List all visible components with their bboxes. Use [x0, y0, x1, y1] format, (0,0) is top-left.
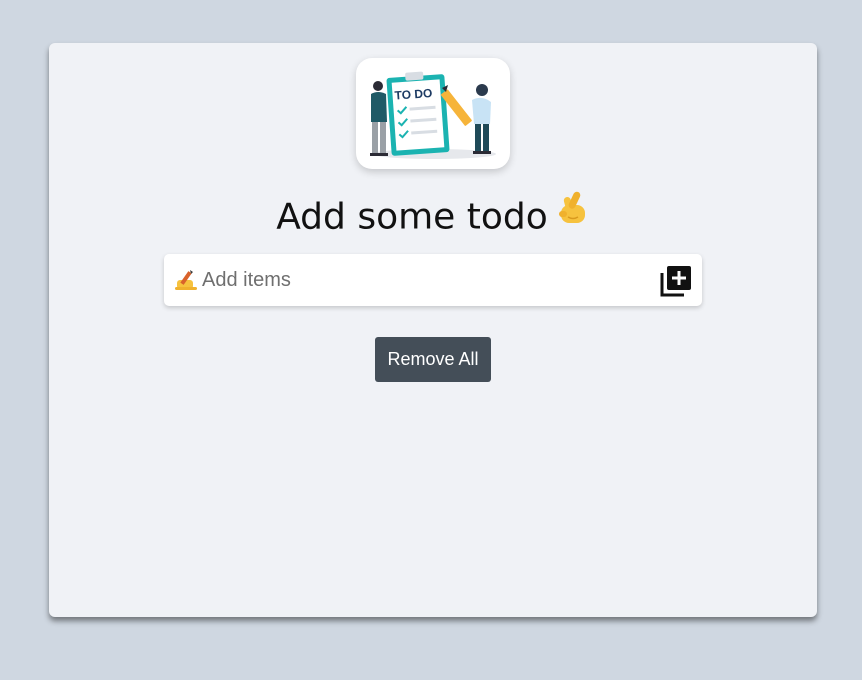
logo-sign-text: TO DO — [394, 86, 433, 103]
add-to-list-icon[interactable] — [660, 265, 692, 297]
writing-hand-icon — [174, 268, 198, 292]
page-title: Add some todo — [49, 191, 817, 244]
remove-all-button[interactable]: Remove All — [375, 337, 491, 382]
todo-illustration-icon: TO DO — [370, 71, 496, 159]
todo-card: TO DO Add some todo Add items Remove All — [49, 43, 817, 617]
todo-logo: TO DO — [356, 58, 510, 169]
crossed-fingers-icon — [556, 189, 590, 240]
add-item-input[interactable] — [202, 254, 642, 306]
page-title-text: Add some todo — [276, 196, 548, 238]
add-item-field — [164, 254, 702, 306]
